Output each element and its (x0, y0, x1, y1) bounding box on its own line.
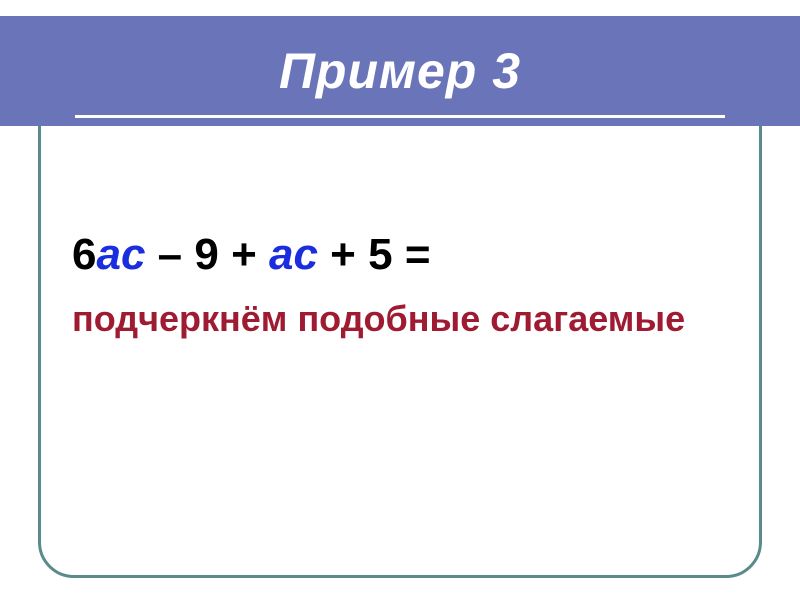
equals-sign: = (393, 230, 431, 279)
number-1: 9 (194, 230, 218, 279)
instruction-text: подчеркнём подобные слагаемые (72, 298, 740, 340)
slide-title: Пример 3 (279, 42, 521, 100)
equation: 6ac – 9 + ac + 5 = (72, 230, 740, 280)
operator-plus-1: + (219, 230, 269, 279)
variable-2: ac (269, 230, 318, 279)
content-area: 6ac – 9 + ac + 5 = подчеркнём подобные с… (72, 230, 740, 340)
operator-minus: – (145, 230, 194, 279)
slide: Пример 3 6ac – 9 + ac + 5 = подчеркнём п… (0, 0, 800, 600)
coefficient-1: 6 (72, 230, 96, 279)
operator-plus-2: + (318, 230, 368, 279)
header-band: Пример 3 (0, 16, 800, 126)
variable-1: ac (96, 230, 145, 279)
number-2: 5 (368, 230, 392, 279)
header-underline (75, 115, 725, 118)
